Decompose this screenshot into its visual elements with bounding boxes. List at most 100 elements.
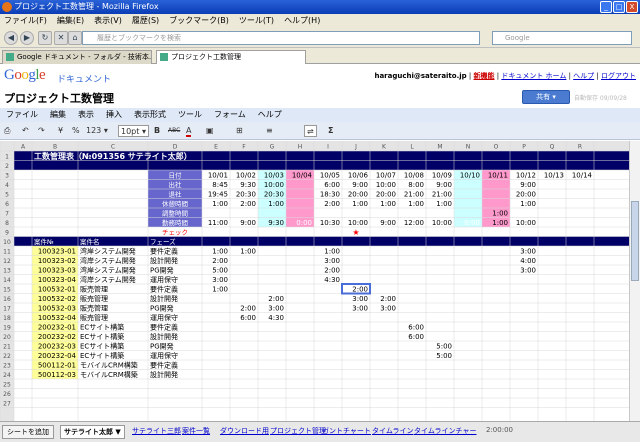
doc-menu-item-4[interactable]: 表示形式: [134, 108, 166, 122]
search-input[interactable]: Google: [492, 31, 632, 45]
day-value: 9:00: [240, 219, 256, 227]
logout-link[interactable]: ログアウト: [601, 72, 636, 80]
print-icon[interactable]: ⎙: [4, 125, 10, 137]
sum-button[interactable]: Σ: [328, 125, 333, 137]
font-size-select[interactable]: 10pt ▾: [118, 125, 149, 137]
maximize-button[interactable]: □: [613, 1, 625, 13]
browser-menu-item-4[interactable]: ブックマーク(B): [169, 14, 229, 28]
row-number: 1: [5, 154, 9, 161]
new-features-link[interactable]: 新機能: [474, 72, 495, 80]
sheet-tab[interactable]: タイムライン: [372, 425, 414, 439]
sheet-tab[interactable]: タイムラインチャー: [414, 425, 476, 439]
day-value: 0:00: [464, 219, 480, 227]
row-number: 24: [3, 372, 11, 379]
day-value: 1:00: [436, 200, 452, 208]
sheet-tab[interactable]: ダウンロード用: [220, 425, 269, 439]
day-value: 2:00: [240, 200, 256, 208]
sheet-tab[interactable]: 案件一覧: [182, 425, 210, 439]
browser-menubar: ファイル(F) 編集(E) 表示(V) 履歴(S) ブックマーク(B) ツール(T) ヘルプ…: [0, 14, 640, 28]
label-text: 退社: [169, 190, 183, 199]
currency-button[interactable]: ¥: [58, 125, 63, 137]
row-number: 18: [3, 315, 11, 322]
account-nav: haraguchi@sateraito.jp | 新機能 | ドキュメント ホー…: [374, 71, 636, 81]
browser-menu-item-0[interactable]: ファイル(F): [4, 14, 47, 28]
browser-menu-item-5[interactable]: ツール(T): [239, 14, 274, 28]
day-value: 1:00: [520, 200, 536, 208]
url-input[interactable]: 履歴とブックマークを検索: [82, 31, 480, 45]
browser-menu-item-1[interactable]: 編集(E): [57, 14, 84, 28]
project-name: 販売管理: [80, 285, 108, 294]
minimize-button[interactable]: _: [600, 1, 612, 13]
sheet-tab[interactable]: サテライト三郎: [132, 425, 181, 439]
borders-button[interactable]: ⊞: [236, 125, 243, 137]
add-sheet-button[interactable]: シートを追加: [2, 425, 54, 439]
forward-icon[interactable]: ▶: [20, 31, 34, 45]
doc-menu-item-6[interactable]: フォーム: [214, 108, 246, 122]
hours-value: 1:00: [324, 248, 340, 256]
share-button[interactable]: 共有 ▾: [522, 90, 570, 104]
stop-icon[interactable]: ✕: [54, 31, 68, 45]
hours-value: 2:00: [380, 295, 396, 303]
grid-svg[interactable]: A B C D E F G H I J K L M N O P Q R1234567891011121314151…: [0, 141, 629, 421]
project-phase: PG開発: [150, 304, 174, 313]
spreadsheet-grid[interactable]: A B C D E F G H I J K L M N O P Q R 1 2 3 4 5 6 7 8 9 10 11 12 13 14 15 1…: [0, 141, 629, 421]
scrollbar-thumb[interactable]: [631, 201, 639, 281]
project-phase: 要件定義: [150, 285, 178, 294]
redo-icon[interactable]: ↷: [38, 125, 45, 137]
help-link[interactable]: ヘルプ: [573, 72, 594, 80]
gdocs-header: Google ドキュメント haraguchi@sateraito.jp | 新…: [0, 65, 640, 87]
doc-menu-item-3[interactable]: 挿入: [106, 108, 122, 122]
doc-menu-item-1[interactable]: 編集: [50, 108, 66, 122]
doc-menu-item-5[interactable]: ツール: [178, 108, 202, 122]
project-no: 100323-04: [38, 276, 77, 284]
strikethrough-button[interactable]: ABC: [168, 125, 180, 137]
sheet-tab[interactable]: ガントチャート: [322, 425, 371, 439]
doc-menu-item-0[interactable]: ファイル: [6, 108, 38, 122]
sheet-tab[interactable]: プロジェクト管理: [270, 425, 326, 439]
home-icon[interactable]: ⌂: [68, 31, 82, 45]
day-value: 0:00: [296, 219, 312, 227]
browser-menu-item-2[interactable]: 表示(V): [94, 14, 122, 28]
percent-button[interactable]: %: [72, 125, 80, 137]
row-number: 2: [5, 163, 9, 170]
hours-value: 6:00: [408, 324, 424, 332]
day-value: 9:30: [240, 181, 256, 189]
browser-menu-item-6[interactable]: ヘルプ(H): [284, 14, 320, 28]
wrap-button[interactable]: ⇌: [304, 125, 317, 137]
row-number: 6: [5, 201, 9, 208]
align-button[interactable]: ≡: [266, 125, 273, 137]
project-phase: 要件定義: [150, 323, 178, 332]
google-logo[interactable]: Google: [4, 67, 46, 84]
back-icon[interactable]: ◀: [4, 31, 18, 45]
day-value: 10/13: [544, 172, 564, 180]
day-value: 8:00: [408, 181, 424, 189]
document-title[interactable]: プロジェクト工数管理: [4, 90, 114, 106]
doc-menu-item-2[interactable]: 表示: [78, 108, 94, 122]
bg-color-button[interactable]: ▣: [206, 125, 214, 137]
vertical-scrollbar[interactable]: [629, 141, 640, 421]
browser-tab-active[interactable]: プロジェクト工数管理: [156, 50, 306, 64]
sheet-tabbar: シートを追加 サテライト太郎 ▼ サテライト三郎 案件一覧 ダウンロード用 プロ…: [0, 421, 640, 442]
browser-tab[interactable]: Google ドキュメント - フォルダ - 技術本...: [2, 50, 152, 64]
text-color-button[interactable]: A: [186, 125, 192, 137]
selection-sum: 2:00:00: [486, 426, 513, 434]
hours-value: 5:00: [436, 343, 452, 351]
bold-button[interactable]: B: [154, 125, 160, 137]
project-name: 販売管理: [80, 304, 108, 313]
browser-navbar: ◀ ▶ ↻ ✕ ⌂ 履歴とブックマークを検索 Google: [0, 28, 640, 48]
browser-menu-item-3[interactable]: 履歴(S): [132, 14, 159, 28]
doc-menu-item-7[interactable]: ヘルプ: [258, 108, 282, 122]
docs-home-link[interactable]: ドキュメント ホーム: [501, 72, 566, 80]
close-button[interactable]: X: [626, 1, 638, 13]
day-value: 11:00: [208, 219, 228, 227]
number-format-select[interactable]: 123 ▾: [86, 125, 108, 137]
label-text: 休憩時間: [162, 199, 188, 208]
sheet-tab-active[interactable]: サテライト太郎 ▼: [60, 425, 125, 439]
day-value: 10/01: [208, 172, 228, 180]
reload-icon[interactable]: ↻: [38, 31, 52, 45]
undo-icon[interactable]: ↶: [22, 125, 29, 137]
hours-value: 3:00: [352, 295, 368, 303]
project-name: 湾岸システム開発: [80, 266, 136, 275]
day-value: 10/06: [348, 172, 369, 180]
label-text: 日付: [169, 171, 183, 180]
